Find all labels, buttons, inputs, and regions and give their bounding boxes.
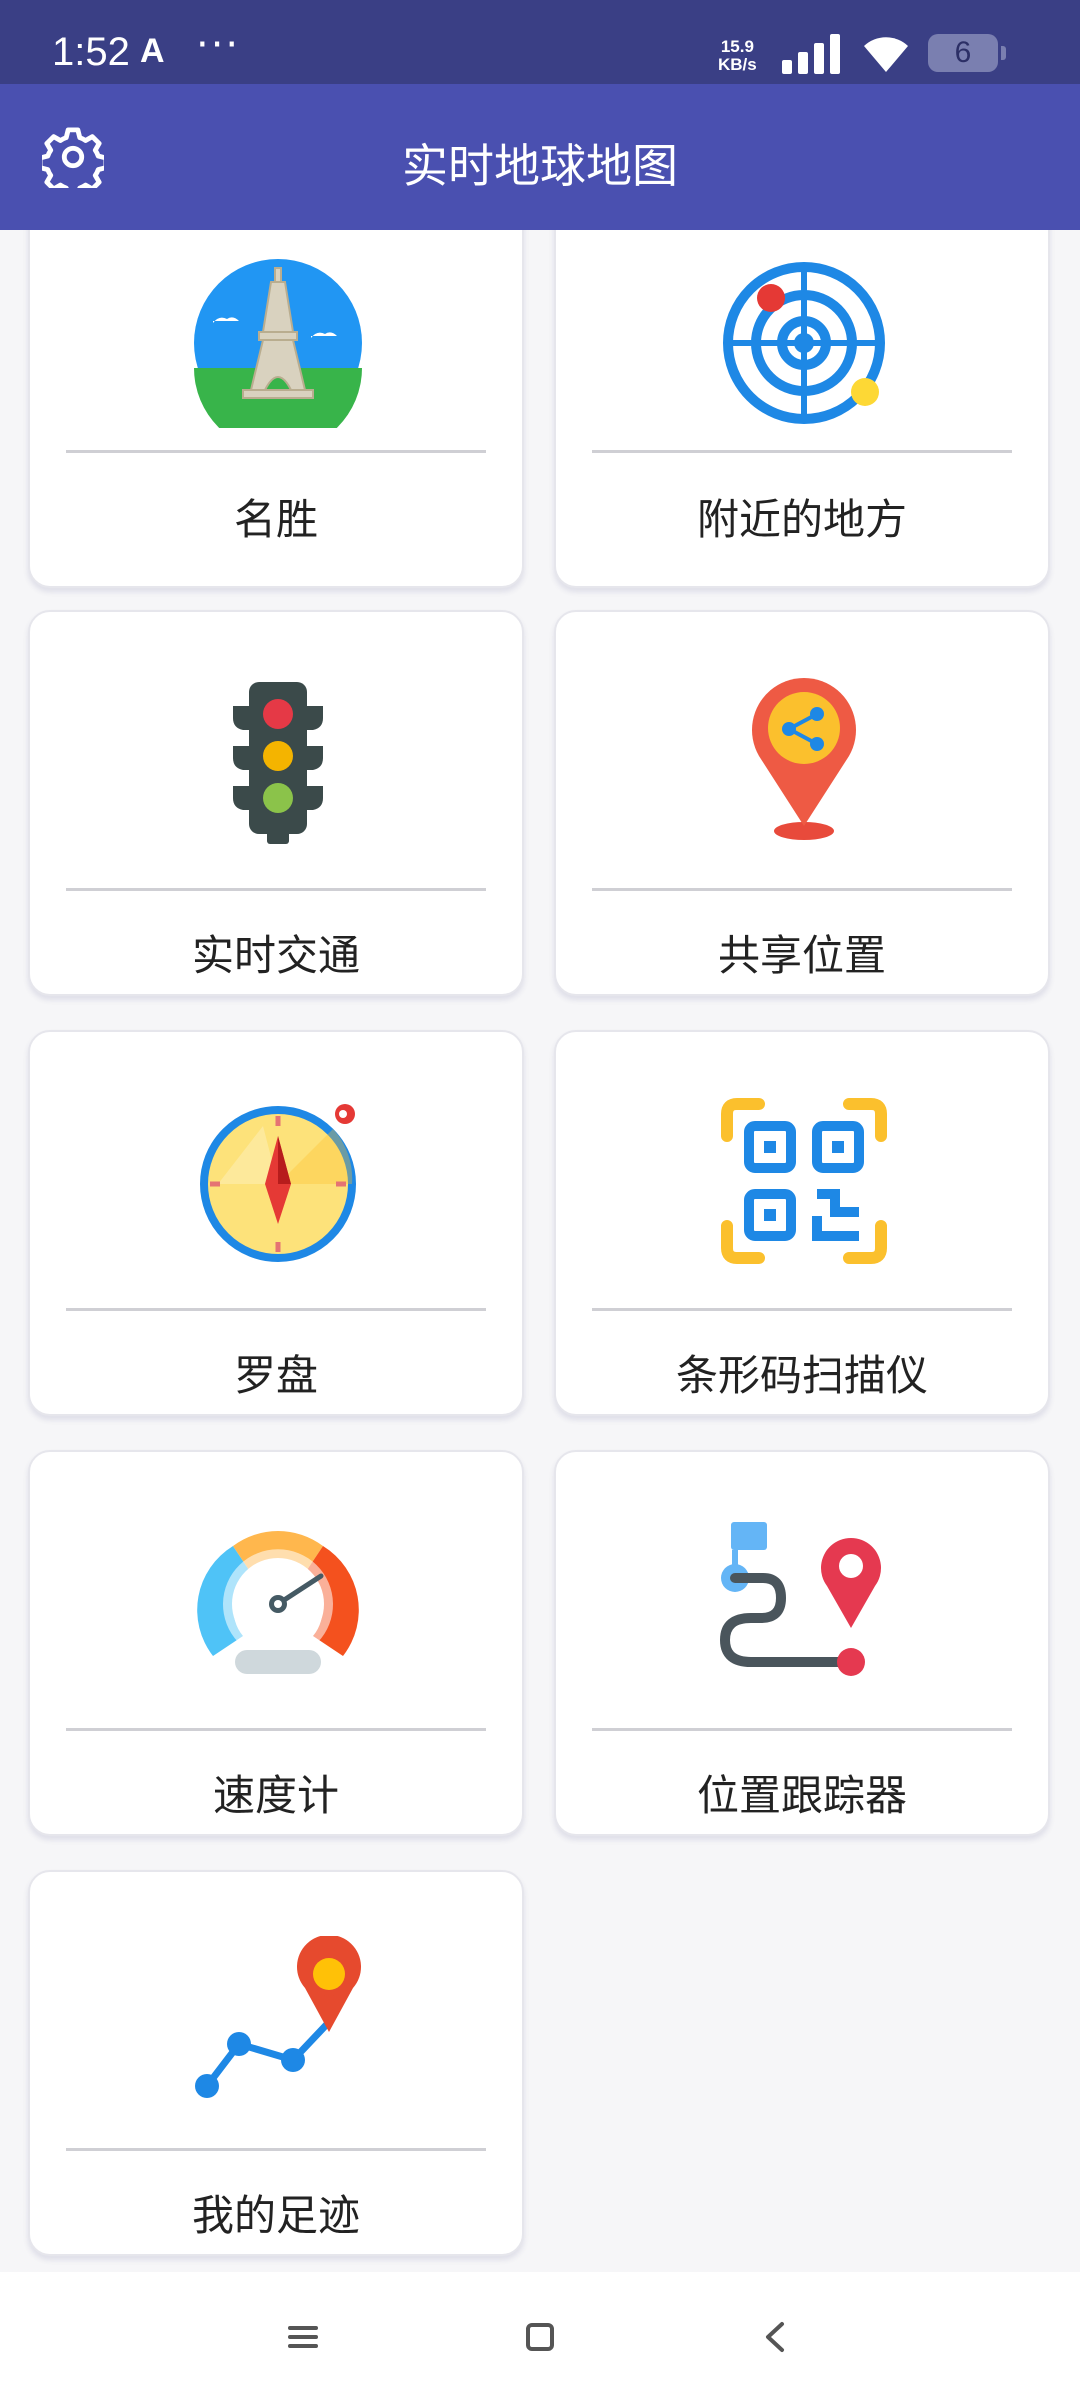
network-speed: 15.9 KB/s	[718, 38, 757, 74]
card-my-footprints[interactable]: 我的足迹	[28, 1870, 524, 2256]
card-label-live-traffic: 实时交通	[191, 931, 360, 980]
card-nearby-places[interactable]: 附近的地方	[554, 230, 1050, 588]
card-label-speedometer: 速度计	[212, 1771, 339, 1820]
card-compass[interactable]: 罗盘	[28, 1030, 524, 1416]
card-label-nearby-places: 附近的地方	[696, 495, 907, 544]
card-label-compass: 罗盘	[233, 1351, 318, 1400]
radar-icon	[723, 262, 885, 424]
compass-icon	[200, 1104, 356, 1262]
card-attractions[interactable]: 名胜	[28, 230, 524, 588]
home-icon[interactable]	[504, 2302, 574, 2372]
network-speed-value: 15.9	[720, 37, 754, 56]
battery-icon: 6	[928, 34, 1006, 72]
more-notifications-icon: ···	[196, 22, 241, 68]
eiffel-tower-icon	[194, 259, 362, 428]
wifi-icon	[864, 37, 908, 72]
footprint-path-icon	[195, 1936, 361, 2098]
card-label-location-tracker: 位置跟踪器	[696, 1771, 907, 1820]
card-label-my-footprints: 我的足迹	[191, 2191, 360, 2240]
card-barcode-scanner[interactable]: 条形码扫描仪	[554, 1030, 1050, 1416]
system-nav-bar	[0, 2272, 1080, 2400]
card-share-location[interactable]: 共享位置	[554, 610, 1050, 996]
route-tracker-icon	[719, 1522, 881, 1676]
back-icon[interactable]	[740, 2302, 810, 2372]
feature-grid: 名胜 附近的地方 实时交通 共享位置 罗盘 条形码扫描仪 速度计 位置跟踪器 我…	[0, 230, 1080, 2272]
card-label-attractions: 名胜	[233, 495, 318, 544]
page-title: 实时地球地图	[402, 139, 678, 193]
card-speedometer[interactable]: 速度计	[28, 1450, 524, 1836]
network-speed-unit: KB/s	[718, 55, 757, 74]
signal-icon	[782, 34, 840, 74]
share-location-icon	[752, 677, 856, 840]
status-time: 1:52	[52, 30, 130, 74]
traffic-light-icon	[233, 682, 323, 844]
qr-code-icon	[721, 1098, 887, 1264]
a-notification-icon: A	[140, 32, 165, 70]
card-live-traffic[interactable]: 实时交通	[28, 610, 524, 996]
status-bar: 1:52 A ··· 15.9 KB/s 6	[0, 0, 1080, 84]
menu-icon[interactable]	[268, 2302, 338, 2372]
card-label-barcode-scanner: 条形码扫描仪	[675, 1351, 928, 1400]
card-location-tracker[interactable]: 位置跟踪器	[554, 1450, 1050, 1836]
card-label-share-location: 共享位置	[717, 931, 886, 980]
app-bar: 实时地球地图	[0, 84, 1080, 230]
speedometer-icon	[197, 1531, 359, 1674]
battery-level: 6	[954, 36, 972, 69]
